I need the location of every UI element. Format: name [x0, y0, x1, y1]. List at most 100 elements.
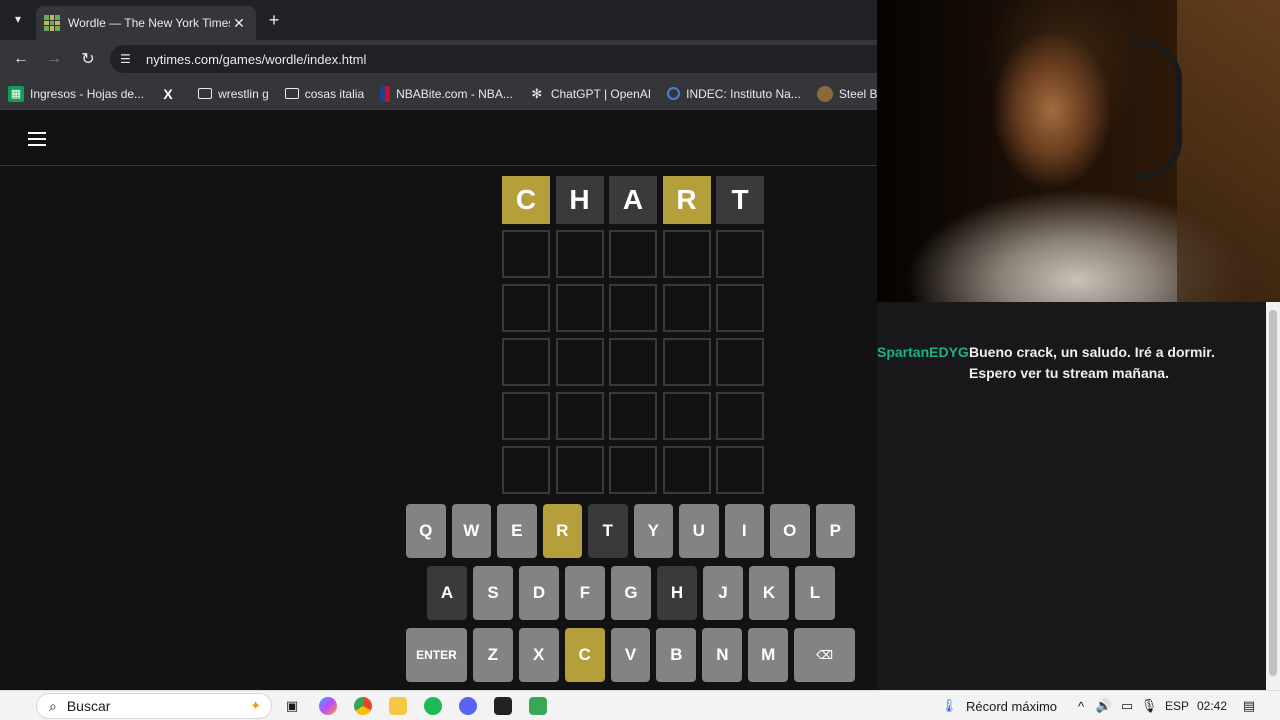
app-icon[interactable] [529, 697, 547, 715]
tab-search-button[interactable]: ▾ [6, 8, 30, 30]
tab-wordle[interactable]: Wordle — The New York Times ✕ [36, 6, 256, 40]
board-tile [555, 338, 604, 386]
microphone-icon[interactable]: 🎙 [1140, 696, 1158, 716]
notification-text: Récord máximo [966, 698, 1058, 714]
tab-title: Wordle — The New York Times [68, 16, 230, 30]
enter-key[interactable]: ENTER [406, 628, 467, 682]
bookmark-label: ChatGPT | OpenAI [550, 86, 652, 101]
obs-icon[interactable] [494, 697, 512, 715]
key-m[interactable]: M [748, 628, 789, 682]
key-k[interactable]: K [749, 566, 789, 620]
key-c[interactable]: C [564, 628, 605, 682]
bookmark-cosas-italia[interactable]: cosas italia [284, 86, 365, 101]
reload-button[interactable]: ↻ [77, 48, 99, 70]
windows-start-icon[interactable] [8, 698, 26, 714]
bookmark-label: cosas italia [304, 86, 365, 101]
key-i[interactable]: I [724, 504, 764, 558]
bookmark-chatgpt[interactable]: ✻ ChatGPT | OpenAI [529, 86, 651, 102]
key-x[interactable]: X [518, 628, 559, 682]
key-l[interactable]: L [795, 566, 835, 620]
bookmark-indec[interactable]: INDEC: Instituto Na... [667, 87, 801, 101]
address-bar[interactable]: ☰ nytimes.com/games/wordle/index.html [110, 45, 890, 73]
key-u[interactable]: U [679, 504, 719, 558]
forward-button[interactable]: → [43, 48, 65, 70]
chevron-up-icon[interactable]: ^ [1073, 696, 1089, 716]
board-tile [555, 284, 604, 332]
bookmark-label: Steel Ball Run M [838, 86, 877, 101]
close-tab-icon[interactable]: ✕ [230, 15, 248, 32]
volume-icon[interactable]: 🔊 [1095, 696, 1113, 716]
board-tile [716, 284, 764, 332]
bookmark-ingresos[interactable]: ▦ Ingresos - Hojas de... [8, 85, 144, 102]
board-tile [716, 338, 764, 386]
bookmarks-bar: ▦ Ingresos - Hojas de... X wrestlin g co… [0, 78, 877, 110]
folder-icon [284, 88, 299, 99]
chat-username[interactable]: SpartanEDYG [877, 342, 969, 363]
board-tile [662, 338, 711, 386]
new-tab-button[interactable]: + [262, 9, 286, 31]
key-p[interactable]: P [815, 504, 855, 558]
board-tile [502, 392, 550, 440]
key-a[interactable]: A [427, 566, 467, 620]
key-g[interactable]: G [611, 566, 651, 620]
board-tile [716, 230, 764, 278]
board-tile [609, 338, 657, 386]
board-tile: R [662, 176, 711, 224]
key-b[interactable]: B [656, 628, 697, 682]
key-v[interactable]: V [610, 628, 651, 682]
board-tile [502, 230, 550, 278]
bookmark-label: INDEC: Instituto Na... [686, 86, 801, 101]
bookmark-sbr[interactable]: Steel Ball Run M [816, 85, 877, 102]
board-tile [609, 284, 657, 332]
key-e[interactable]: E [497, 504, 537, 558]
file-explorer-icon[interactable] [389, 697, 407, 715]
back-button[interactable]: ← [10, 48, 32, 70]
indec-icon [667, 87, 681, 100]
board-tile: A [609, 176, 657, 224]
spotify-icon[interactable] [424, 697, 442, 715]
board-tile [662, 230, 711, 278]
board-tile: H [555, 176, 604, 224]
key-w[interactable]: W [451, 504, 491, 558]
language-indicator[interactable]: ESP [1164, 696, 1190, 716]
bookmark-wrestling[interactable]: wrestlin g [198, 87, 269, 101]
site-info-icon[interactable]: ☰ [120, 52, 146, 66]
bookmark-nbabite[interactable]: NBABite.com - NBA... [380, 85, 513, 102]
key-r[interactable]: R [542, 504, 582, 558]
menu-icon[interactable] [28, 132, 46, 146]
board-tile [662, 392, 711, 440]
chat-scrollbar-thumb[interactable] [1269, 310, 1277, 676]
keyboard-row: ASDFGHJKL [406, 566, 861, 620]
notifications-icon[interactable]: ▤ [1240, 696, 1258, 716]
camera-icon[interactable]: ▭ [1118, 696, 1136, 716]
copilot-icon[interactable] [319, 697, 337, 715]
bookmark-x[interactable]: X [160, 86, 182, 102]
search-icon: ⌕ [49, 697, 57, 714]
sparkle-icon: ✦ [250, 698, 261, 713]
key-j[interactable]: J [703, 566, 743, 620]
key-z[interactable]: Z [472, 628, 513, 682]
chrome-icon[interactable] [354, 697, 372, 715]
board-tile [716, 392, 764, 440]
board-tile [716, 446, 764, 494]
taskbar-search[interactable]: ⌕ Buscar ✦ [36, 693, 272, 719]
wordle-favicon-icon [44, 15, 60, 31]
key-o[interactable]: O [770, 504, 810, 558]
discord-icon[interactable] [459, 697, 477, 715]
board-tile [555, 446, 604, 494]
backspace-icon[interactable]: ⌫ [794, 628, 856, 682]
browser-toolbar: ← → ↻ ☰ nytimes.com/games/wordle/index.h… [0, 40, 890, 78]
clock[interactable]: 02:42 [1196, 696, 1228, 716]
browser-tab-strip: ▾ Wordle — The New York Times ✕ + [0, 0, 877, 40]
key-t[interactable]: T [588, 504, 628, 558]
key-n[interactable]: N [702, 628, 743, 682]
task-view-icon[interactable]: ▣ [283, 697, 301, 715]
wordle-keyboard: Q W E R T Y U I O P A S D F G H J K L ENTER Z X C V B N M ⌫ [406, 504, 861, 690]
key-q[interactable]: Q [406, 504, 446, 558]
key-s[interactable]: S [473, 566, 513, 620]
key-h[interactable]: H [657, 566, 697, 620]
key-y[interactable]: Y [633, 504, 673, 558]
chat-scrollbar[interactable] [1266, 302, 1280, 690]
key-d[interactable]: D [519, 566, 559, 620]
key-f[interactable]: F [565, 566, 605, 620]
